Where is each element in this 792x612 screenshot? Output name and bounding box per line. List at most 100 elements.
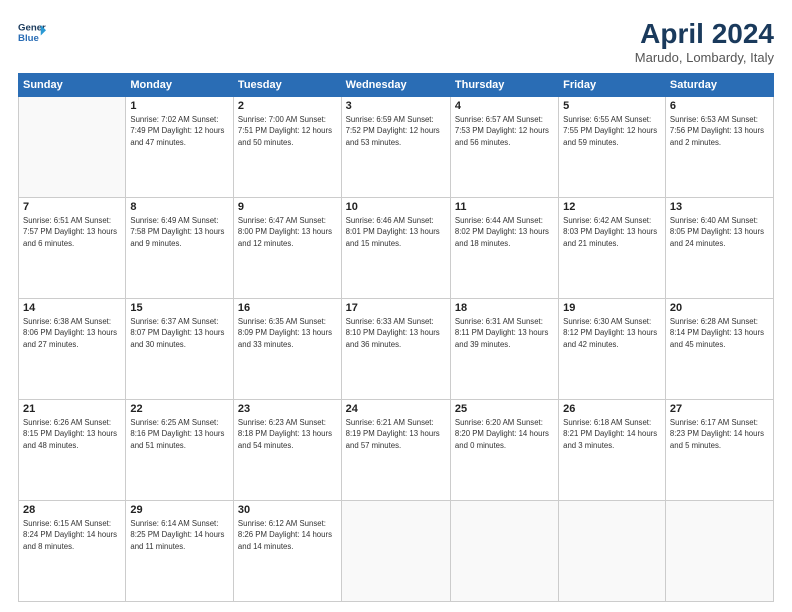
day-info: Sunrise: 6:21 AM Sunset: 8:19 PM Dayligh… [346,417,446,451]
table-row: 21Sunrise: 6:26 AM Sunset: 8:15 PM Dayli… [19,400,126,501]
day-info: Sunrise: 6:20 AM Sunset: 8:20 PM Dayligh… [455,417,554,451]
table-row [341,501,450,602]
calendar-week-row: 14 Sunrise: 6:38 AM Sunset: 8:06 PM Dayli… [19,299,774,400]
day-number: 22 [130,403,229,415]
table-row [19,97,126,198]
day-number: 3 [346,100,446,112]
table-row: 5 Sunrise: 6:55 AM Sunset: 7:55 PM Daylig… [559,97,666,198]
header-sunday: Sunday [19,74,126,97]
table-row: 23 Sunrise: 6:23 AM Sunset: 8:18 PM Dayli… [233,400,341,501]
table-row: 2Sunrise: 7:00 AM Sunset: 7:51 PM Daylig… [233,97,341,198]
month-title: April 2024 [635,18,774,50]
svg-text:Blue: Blue [18,33,39,44]
calendar-week-row: 21Sunrise: 6:26 AM Sunset: 8:15 PM Dayli… [19,400,774,501]
page-header: General Blue April 2024 Marudo, Lombardy… [18,18,774,65]
table-row: 1 Sunrise: 7:02 AM Sunset: 7:49 PM Daylig… [126,97,234,198]
day-number: 5 [563,100,661,112]
day-number: 25 [455,403,554,415]
day-info: Sunrise: 6:42 AM Sunset: 8:03 PM Dayligh… [563,215,661,249]
calendar-table: Sunday Monday Tuesday Wednesday Thursday… [18,73,774,602]
day-info: Sunrise: 6:30 AM Sunset: 8:12 PM Dayligh… [563,316,661,350]
day-number: 23 [238,403,337,415]
logo-icon: General Blue [18,18,46,46]
table-row: 26 Sunrise: 6:18 AM Sunset: 8:21 PM Dayli… [559,400,666,501]
day-info: Sunrise: 6:49 AM Sunset: 7:58 PM Dayligh… [130,215,229,249]
header-saturday: Saturday [665,74,773,97]
day-info: Sunrise: 6:40 AM Sunset: 8:05 PM Dayligh… [670,215,769,249]
day-number: 15 [130,302,229,314]
header-monday: Monday [126,74,234,97]
day-number: 19 [563,302,661,314]
day-info: Sunrise: 6:55 AM Sunset: 7:55 PM Dayligh… [563,114,661,148]
table-row: 30Sunrise: 6:12 AM Sunset: 8:26 PM Dayli… [233,501,341,602]
table-row [559,501,666,602]
day-number: 10 [346,201,446,213]
day-number: 8 [130,201,229,213]
day-info: Sunrise: 6:23 AM Sunset: 8:18 PM Dayligh… [238,417,337,451]
day-info: Sunrise: 6:44 AM Sunset: 8:02 PM Dayligh… [455,215,554,249]
day-number: 29 [130,504,229,516]
day-info: Sunrise: 6:28 AM Sunset: 8:14 PM Dayligh… [670,316,769,350]
day-info: Sunrise: 6:31 AM Sunset: 8:11 PM Dayligh… [455,316,554,350]
day-info: Sunrise: 6:46 AM Sunset: 8:01 PM Dayligh… [346,215,446,249]
header-tuesday: Tuesday [233,74,341,97]
day-number: 17 [346,302,446,314]
day-info: Sunrise: 6:18 AM Sunset: 8:21 PM Dayligh… [563,417,661,451]
day-number: 7 [23,201,121,213]
table-row: 9 Sunrise: 6:47 AM Sunset: 8:00 PM Daylig… [233,198,341,299]
day-info: Sunrise: 6:51 AM Sunset: 7:57 PM Dayligh… [23,215,121,249]
table-row: 4Sunrise: 6:57 AM Sunset: 7:53 PM Daylig… [450,97,558,198]
table-row: 27Sunrise: 6:17 AM Sunset: 8:23 PM Dayli… [665,400,773,501]
day-number: 12 [563,201,661,213]
calendar-week-row: 28Sunrise: 6:15 AM Sunset: 8:24 PM Dayli… [19,501,774,602]
table-row: 19 Sunrise: 6:30 AM Sunset: 8:12 PM Dayli… [559,299,666,400]
day-number: 11 [455,201,554,213]
day-number: 26 [563,403,661,415]
table-row: 7 Sunrise: 6:51 AM Sunset: 7:57 PM Daylig… [19,198,126,299]
day-info: Sunrise: 6:53 AM Sunset: 7:56 PM Dayligh… [670,114,769,148]
calendar-header-row: Sunday Monday Tuesday Wednesday Thursday… [19,74,774,97]
day-number: 28 [23,504,121,516]
calendar-week-row: 1 Sunrise: 7:02 AM Sunset: 7:49 PM Daylig… [19,97,774,198]
table-row: 12 Sunrise: 6:42 AM Sunset: 8:03 PM Dayli… [559,198,666,299]
day-info: Sunrise: 6:17 AM Sunset: 8:23 PM Dayligh… [670,417,769,451]
table-row [450,501,558,602]
table-row: 16Sunrise: 6:35 AM Sunset: 8:09 PM Dayli… [233,299,341,400]
table-row: 15 Sunrise: 6:37 AM Sunset: 8:07 PM Dayli… [126,299,234,400]
day-info: Sunrise: 6:25 AM Sunset: 8:16 PM Dayligh… [130,417,229,451]
table-row: 22 Sunrise: 6:25 AM Sunset: 8:16 PM Dayli… [126,400,234,501]
day-number: 6 [670,100,769,112]
day-number: 14 [23,302,121,314]
title-block: April 2024 Marudo, Lombardy, Italy [635,18,774,65]
day-info: Sunrise: 6:47 AM Sunset: 8:00 PM Dayligh… [238,215,337,249]
day-number: 30 [238,504,337,516]
table-row: 6 Sunrise: 6:53 AM Sunset: 7:56 PM Daylig… [665,97,773,198]
table-row: 29Sunrise: 6:14 AM Sunset: 8:25 PM Dayli… [126,501,234,602]
table-row: 28Sunrise: 6:15 AM Sunset: 8:24 PM Dayli… [19,501,126,602]
day-number: 21 [23,403,121,415]
day-info: Sunrise: 6:57 AM Sunset: 7:53 PM Dayligh… [455,114,554,148]
day-info: Sunrise: 7:02 AM Sunset: 7:49 PM Dayligh… [130,114,229,148]
table-row: 17Sunrise: 6:33 AM Sunset: 8:10 PM Dayli… [341,299,450,400]
day-number: 1 [130,100,229,112]
header-friday: Friday [559,74,666,97]
header-thursday: Thursday [450,74,558,97]
table-row: 10 Sunrise: 6:46 AM Sunset: 8:01 PM Dayli… [341,198,450,299]
day-info: Sunrise: 6:38 AM Sunset: 8:06 PM Dayligh… [23,316,121,350]
table-row: 8 Sunrise: 6:49 AM Sunset: 7:58 PM Daylig… [126,198,234,299]
table-row: 20 Sunrise: 6:28 AM Sunset: 8:14 PM Dayli… [665,299,773,400]
header-wednesday: Wednesday [341,74,450,97]
day-number: 2 [238,100,337,112]
day-number: 16 [238,302,337,314]
table-row: 14 Sunrise: 6:38 AM Sunset: 8:06 PM Dayli… [19,299,126,400]
calendar-week-row: 7 Sunrise: 6:51 AM Sunset: 7:57 PM Daylig… [19,198,774,299]
day-info: Sunrise: 6:59 AM Sunset: 7:52 PM Dayligh… [346,114,446,148]
day-number: 9 [238,201,337,213]
table-row: 3 Sunrise: 6:59 AM Sunset: 7:52 PM Daylig… [341,97,450,198]
table-row: 24Sunrise: 6:21 AM Sunset: 8:19 PM Dayli… [341,400,450,501]
day-number: 20 [670,302,769,314]
day-number: 13 [670,201,769,213]
table-row [665,501,773,602]
day-info: Sunrise: 6:37 AM Sunset: 8:07 PM Dayligh… [130,316,229,350]
day-number: 18 [455,302,554,314]
